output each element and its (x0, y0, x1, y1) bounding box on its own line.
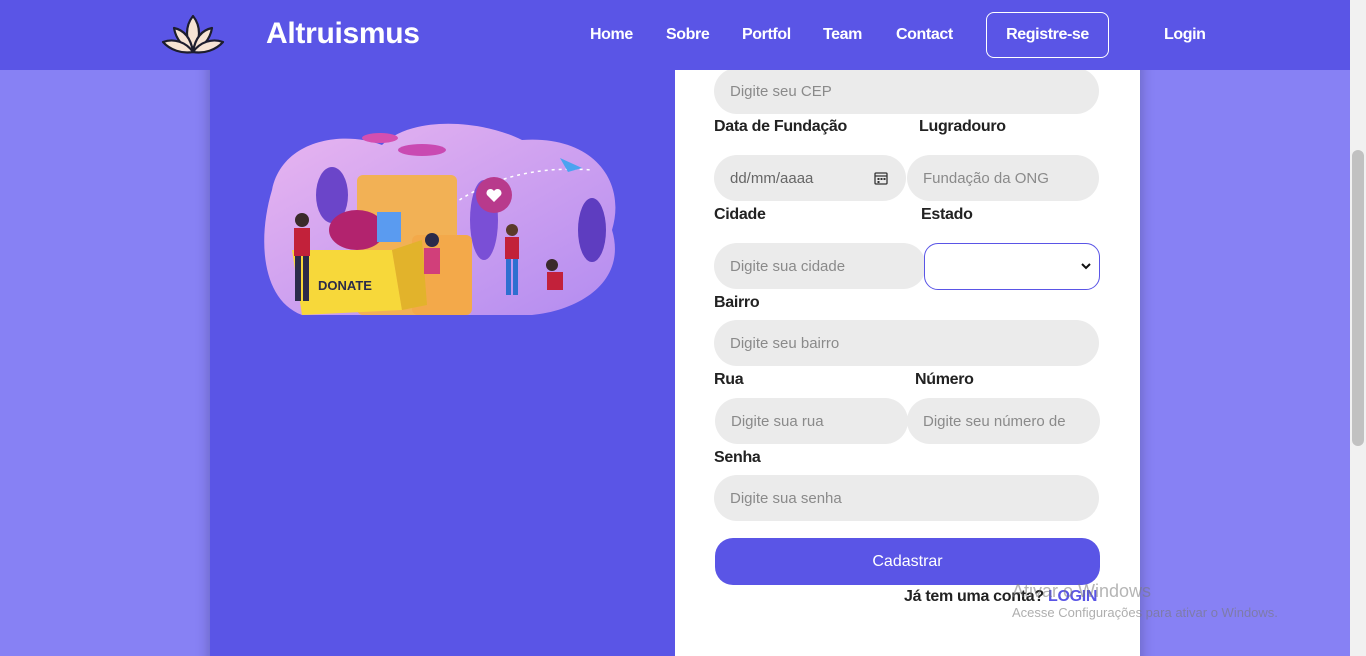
rua-placeholder: Digite sua rua (731, 412, 824, 430)
cidade-placeholder: Digite sua cidade (730, 257, 846, 275)
numero-placeholder: Digite seu número de (923, 412, 1066, 430)
senha-input[interactable]: Digite sua senha (714, 475, 1099, 521)
rua-label: Rua (714, 371, 744, 388)
brand-title[interactable]: Altruismus (266, 17, 420, 51)
rua-input[interactable]: Digite sua rua (715, 398, 908, 444)
cidade-input[interactable]: Digite sua cidade (714, 243, 926, 289)
cadastrar-button[interactable]: Cadastrar (715, 538, 1100, 585)
nav-contact[interactable]: Contact (896, 26, 953, 44)
senha-placeholder: Digite sua senha (730, 489, 842, 507)
cidade-label: Cidade (714, 206, 766, 223)
fundacao-date-input[interactable]: dd/mm/aaaa (714, 155, 906, 201)
bairro-input[interactable]: Digite seu bairro (714, 320, 1099, 366)
nav-team[interactable]: Team (823, 26, 862, 44)
senha-label: Senha (714, 449, 761, 466)
cep-input[interactable]: Digite seu CEP (714, 68, 1099, 114)
logradouro-label: Lugradouro (919, 118, 1006, 135)
logradouro-input[interactable]: Fundação da ONG (907, 155, 1099, 201)
calendar-icon[interactable] (874, 171, 888, 185)
donation-illustration: DONATE (264, 123, 616, 315)
donate-box-label: DONATE (318, 278, 372, 293)
nav-home[interactable]: Home (590, 26, 633, 44)
date-placeholder: dd/mm/aaaa (730, 169, 814, 187)
bairro-label: Bairro (714, 294, 760, 311)
navbar: Altruismus Home Sobre Portfol Team Conta… (0, 0, 1350, 70)
bairro-placeholder: Digite seu bairro (730, 334, 840, 352)
nav-sobre[interactable]: Sobre (666, 26, 710, 44)
scrollbar-thumb[interactable] (1352, 150, 1364, 446)
register-button[interactable]: Registre-se (986, 12, 1109, 58)
estado-label: Estado (921, 206, 973, 223)
numero-input[interactable]: Digite seu número de (907, 398, 1100, 444)
cep-placeholder: Digite seu CEP (730, 82, 832, 100)
numero-label: Número (915, 371, 974, 388)
card-left-panel: DONATE (210, 40, 675, 656)
estado-select[interactable] (924, 243, 1100, 290)
activation-watermark-title: Ativar o Windows (1012, 581, 1152, 601)
lotus-logo-icon[interactable] (160, 12, 226, 58)
activation-watermark-subtitle: Acesse Configurações para ativar o Windo… (1012, 605, 1278, 620)
nav-portfol[interactable]: Portfol (742, 26, 791, 44)
nav-login[interactable]: Login (1164, 26, 1206, 44)
logradouro-placeholder: Fundação da ONG (923, 169, 1049, 187)
fundacao-label: Data de Fundação (714, 118, 848, 135)
chevron-down-icon (1081, 263, 1091, 270)
